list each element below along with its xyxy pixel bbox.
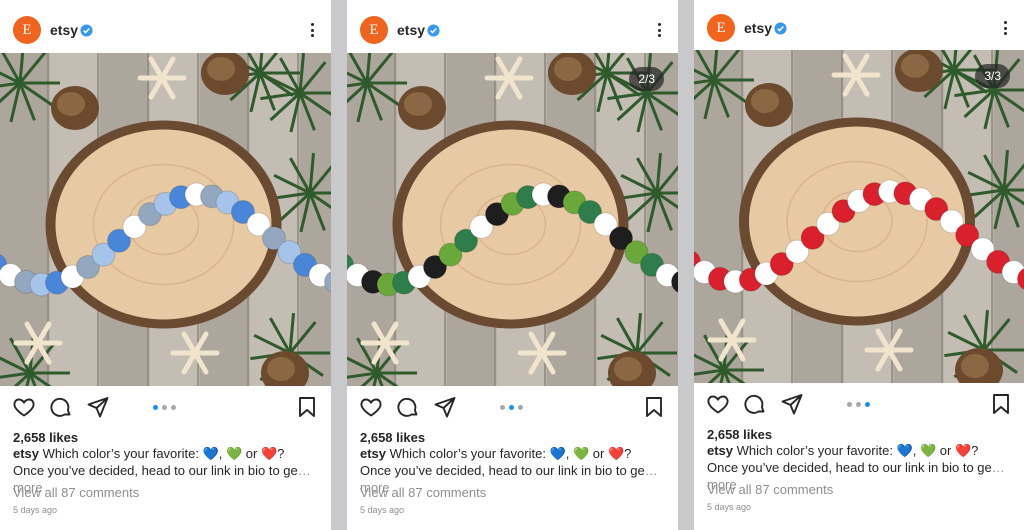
bookmark-icon[interactable]: [989, 392, 1013, 416]
caption-username[interactable]: etsy: [13, 446, 39, 461]
heart-icon[interactable]: [359, 395, 383, 419]
post-header: E etsy: [347, 2, 678, 58]
likes-count[interactable]: 2,658 likes: [707, 427, 772, 442]
action-bar: [694, 384, 1024, 424]
caption-text: Which color’s your favorite: 💙, 💚 or ❤️?…: [13, 446, 298, 478]
carousel-dot: [865, 402, 870, 407]
post-panel: E etsy 2/3 2,658 likes etsy Which color’…: [347, 0, 678, 530]
post-panel: E etsy 3/3 2,658 likes etsy Which color’…: [694, 0, 1024, 530]
post-photo[interactable]: 3/3: [694, 50, 1024, 383]
carousel-counter: 2/3: [629, 67, 664, 91]
more-options-button[interactable]: [307, 20, 317, 40]
carousel-dot: [847, 402, 852, 407]
view-comments-link[interactable]: View all 87 comments: [360, 485, 486, 500]
carousel-dot: [500, 405, 505, 410]
heart-icon[interactable]: [706, 392, 730, 416]
carousel-dot: [153, 405, 158, 410]
caption-text: Which color’s your favorite: 💙, 💚 or ❤️?…: [360, 446, 645, 478]
likes-count[interactable]: 2,658 likes: [13, 430, 78, 445]
more-options-button[interactable]: [654, 20, 664, 40]
carousel-indicator: [153, 405, 176, 410]
likes-count[interactable]: 2,658 likes: [360, 430, 425, 445]
username[interactable]: etsy: [50, 22, 78, 38]
paper-plane-icon[interactable]: [780, 392, 804, 416]
action-bar: [0, 387, 331, 427]
action-bar: [347, 387, 678, 427]
comment-bubble-icon[interactable]: [49, 395, 73, 419]
avatar[interactable]: E: [13, 16, 41, 44]
carousel-dot: [171, 405, 176, 410]
heart-icon[interactable]: [12, 395, 36, 419]
felt-ball-garland-photo: [694, 50, 1024, 383]
post-header: E etsy: [694, 0, 1024, 56]
view-comments-link[interactable]: View all 87 comments: [707, 482, 833, 497]
avatar[interactable]: E: [707, 14, 735, 42]
caption-username[interactable]: etsy: [707, 443, 733, 458]
view-comments-link[interactable]: View all 87 comments: [13, 485, 139, 500]
felt-ball-garland-photo: [347, 53, 678, 386]
post-header: E etsy: [0, 2, 331, 58]
caption-text: Which color’s your favorite: 💙, 💚 or ❤️?…: [707, 443, 992, 475]
paper-plane-icon[interactable]: [86, 395, 110, 419]
post-panel: E etsy 2,658 likes etsy Which color’s yo…: [0, 0, 331, 530]
timestamp: 5 days ago: [13, 505, 58, 515]
timestamp: 5 days ago: [707, 502, 752, 512]
paper-plane-icon[interactable]: [433, 395, 457, 419]
bookmark-icon[interactable]: [295, 395, 319, 419]
verified-badge-icon: [80, 23, 93, 37]
carousel-counter: 3/3: [975, 64, 1010, 88]
timestamp: 5 days ago: [360, 505, 405, 515]
username[interactable]: etsy: [744, 20, 772, 36]
comment-bubble-icon[interactable]: [396, 395, 420, 419]
verified-badge-icon: [427, 23, 440, 37]
post-photo[interactable]: [0, 53, 331, 386]
carousel-indicator: [500, 405, 523, 410]
carousel-dot: [518, 405, 523, 410]
caption-username[interactable]: etsy: [360, 446, 386, 461]
carousel-dot: [162, 405, 167, 410]
comment-bubble-icon[interactable]: [743, 392, 767, 416]
carousel-indicator: [847, 402, 870, 407]
carousel-dot: [856, 402, 861, 407]
bookmark-icon[interactable]: [642, 395, 666, 419]
carousel-dot: [509, 405, 514, 410]
felt-ball-garland-photo: [0, 53, 331, 386]
post-photo[interactable]: 2/3: [347, 53, 678, 386]
more-options-button[interactable]: [1000, 18, 1010, 38]
username[interactable]: etsy: [397, 22, 425, 38]
verified-badge-icon: [774, 21, 787, 35]
avatar[interactable]: E: [360, 16, 388, 44]
